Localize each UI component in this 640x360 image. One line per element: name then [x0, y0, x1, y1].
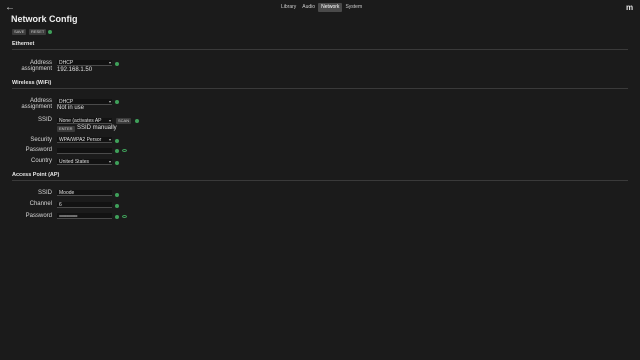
ap-channel-label: Channel — [29, 201, 52, 207]
wifi-address-label-2: assignment — [21, 104, 52, 110]
country-select[interactable]: United States ▾ — [57, 159, 112, 165]
tab-system[interactable]: System — [342, 3, 365, 12]
ssid-manual-label: SSID manually — [77, 125, 117, 131]
wifi-password-label: Password — [25, 147, 52, 153]
info-icon[interactable] — [115, 100, 119, 104]
section-divider — [12, 88, 628, 89]
eth-address-label-2: assignment — [21, 66, 52, 72]
info-icon[interactable] — [115, 215, 119, 219]
chevron-down-icon: ▾ — [108, 118, 111, 123]
info-icon[interactable] — [135, 119, 139, 123]
ap-password-input[interactable]: •••••••••••••••••••• — [57, 213, 112, 219]
moode-logo[interactable]: m — [626, 3, 633, 12]
back-arrow-icon[interactable]: ← — [5, 3, 15, 13]
eye-icon[interactable] — [122, 215, 127, 218]
ap-ssid-input[interactable]: Moode — [57, 190, 112, 196]
main-tabs: Library Audio Network System — [278, 3, 365, 12]
info-icon[interactable] — [115, 161, 119, 165]
wireless-heading: Wireless (WiFi) — [12, 80, 52, 86]
ssid-value: None (activates AP — [59, 118, 102, 124]
wifi-password-input[interactable] — [57, 148, 112, 154]
chevron-down-icon: ▾ — [108, 159, 111, 164]
section-divider — [12, 180, 628, 181]
chevron-down-icon: ▾ — [108, 137, 111, 142]
info-icon[interactable] — [48, 30, 52, 34]
section-divider — [12, 49, 628, 50]
tab-library[interactable]: Library — [278, 3, 299, 12]
country-value: United States — [59, 159, 90, 165]
ethernet-heading: Ethernet — [12, 41, 35, 47]
info-icon[interactable] — [115, 193, 119, 197]
ssid-select[interactable]: None (activates AP ▾ — [57, 118, 112, 124]
chevron-down-icon: ▾ — [108, 99, 111, 104]
security-value: WPA/WPA2 Persor — [59, 137, 102, 143]
info-icon[interactable] — [115, 204, 119, 208]
wifi-status: Not in use — [57, 105, 85, 111]
ssid-label: SSID — [37, 117, 52, 123]
info-icon[interactable] — [115, 149, 119, 153]
eth-address-value: DHCP — [59, 60, 74, 66]
ap-ssid-label: SSID — [37, 190, 52, 196]
page-title: Network Config — [11, 14, 78, 24]
tab-audio[interactable]: Audio — [299, 3, 318, 12]
chevron-down-icon: ▾ — [108, 60, 111, 65]
ap-password-label: Password — [25, 213, 52, 219]
info-icon[interactable] — [115, 139, 119, 143]
security-select[interactable]: WPA/WPA2 Persor ▾ — [57, 137, 112, 143]
eth-address-select[interactable]: DHCP ▾ — [57, 60, 112, 66]
eye-icon[interactable] — [122, 149, 127, 152]
security-label: Security — [30, 137, 52, 143]
save-button[interactable]: SAVE — [12, 29, 27, 35]
ap-channel-input[interactable]: 6 — [57, 202, 112, 208]
reset-button[interactable]: RESET — [29, 29, 47, 35]
country-label: Country — [30, 158, 52, 164]
scan-button[interactable]: SCAN — [116, 118, 132, 124]
eth-ip-address: 192.168.1.50 — [57, 67, 93, 73]
enter-ssid-button[interactable]: ENTER — [57, 126, 75, 132]
ap-heading: Access Point (AP) — [12, 172, 60, 178]
info-icon[interactable] — [115, 62, 119, 66]
tab-network[interactable]: Network — [318, 3, 343, 12]
